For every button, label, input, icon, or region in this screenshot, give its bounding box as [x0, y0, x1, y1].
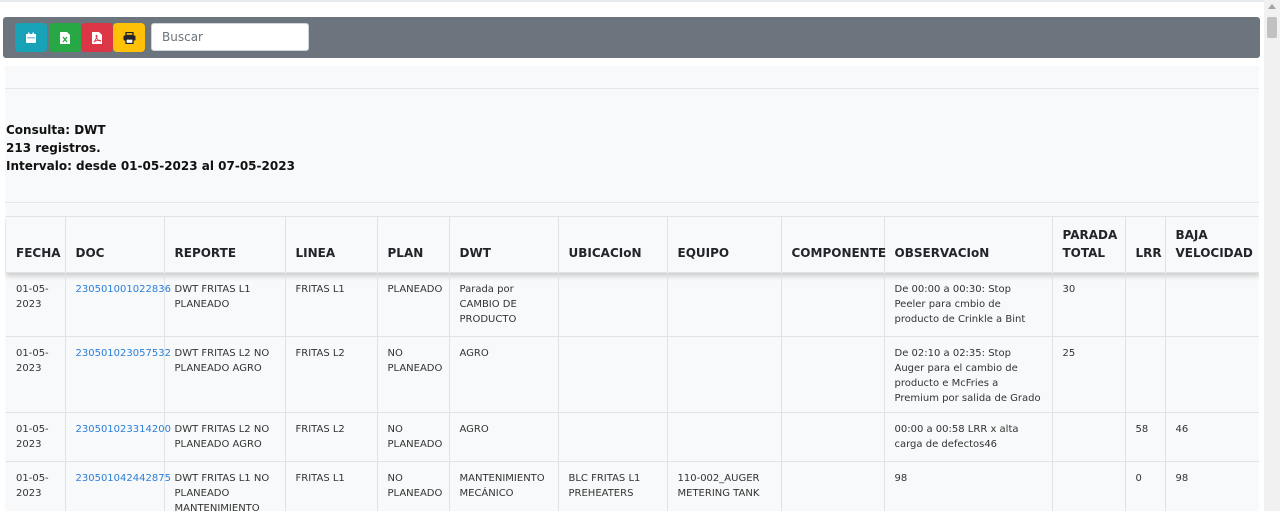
cell-plan: NO PLANEADO — [377, 412, 450, 462]
col-header-doc[interactable]: DOC — [65, 216, 165, 273]
col-header-componente[interactable]: COMPONENTE — [781, 216, 886, 273]
cell-componente — [781, 336, 885, 413]
cell-ubicacion — [558, 272, 668, 337]
table-header-row: FECHA DOC REPORTE LINEA PLAN DWT UBICACI… — [6, 216, 1259, 273]
cell-fecha: 01-05-2023 — [6, 461, 66, 511]
col-header-baja-velocidad[interactable]: BAJA VELOCIDAD — [1165, 216, 1259, 273]
divider — [5, 202, 1259, 203]
date-interval: Intervalo: desde 01-05-2023 al 07-05-202… — [6, 159, 295, 173]
cell-fecha: 01-05-2023 — [6, 412, 66, 462]
cell-ubicacion — [558, 412, 668, 462]
cell-equipo — [667, 412, 782, 462]
cell-reporte: DWT FRITAS L1 PLANEADO — [164, 272, 286, 337]
cell-linea: FRITAS L2 — [285, 412, 378, 462]
search-input[interactable] — [151, 23, 309, 51]
query-summary: Consulta: DWT 213 registros. Intervalo: … — [6, 121, 295, 175]
col-header-plan[interactable]: PLAN — [377, 216, 450, 273]
cell-dwt: AGRO — [449, 336, 559, 413]
table-row: 01-05-2023 230501023057532 DWT FRITAS L2… — [6, 336, 1259, 413]
cell-linea: FRITAS L1 — [285, 272, 378, 337]
cell-linea: FRITAS L1 — [285, 461, 378, 511]
cell-lrr — [1125, 272, 1166, 337]
scroll-up-arrow-icon[interactable] — [1268, 4, 1276, 9]
cell-fecha: 01-05-2023 — [6, 272, 66, 337]
doc-link[interactable]: 230501042442875 — [65, 461, 171, 511]
col-header-linea[interactable]: LINEA — [285, 216, 378, 273]
doc-link[interactable]: 230501023057532 — [65, 336, 171, 413]
query-name: Consulta: DWT — [6, 123, 106, 137]
top-border — [0, 0, 1264, 2]
cell-equipo: 110-002_AUGER METERING TANK — [667, 461, 782, 511]
excel-icon — [60, 31, 70, 44]
cell-observacion: 98 — [884, 461, 1053, 511]
col-header-fecha[interactable]: FECHA — [6, 216, 66, 273]
table-row: 01-05-2023 230501023314200 DWT FRITAS L2… — [6, 412, 1259, 462]
cell-baja-velocidad — [1165, 272, 1259, 337]
results-table-wrapper: FECHA DOC REPORTE LINEA PLAN DWT UBICACI… — [6, 216, 1259, 511]
cell-parada-total — [1052, 461, 1126, 511]
cell-ubicacion: BLC FRITAS L1 PREHEATERS — [558, 461, 668, 511]
cell-plan: NO PLANEADO — [377, 461, 450, 511]
cell-plan: PLANEADO — [377, 272, 450, 337]
doc-link[interactable]: 230501001022836 — [65, 272, 171, 337]
cell-observacion: De 00:00 a 00:30: Stop Peeler para cmbio… — [884, 272, 1053, 337]
cell-fecha: 01-05-2023 — [6, 336, 66, 413]
calendar-button[interactable] — [15, 23, 47, 52]
col-header-dwt[interactable]: DWT — [449, 216, 559, 273]
col-header-lrr[interactable]: LRR — [1125, 216, 1166, 273]
report-panel: Consulta: DWT 213 registros. Intervalo: … — [5, 66, 1259, 511]
cell-componente — [781, 412, 885, 462]
doc-link[interactable]: 230501023314200 — [65, 412, 171, 462]
cell-baja-velocidad: 98 — [1165, 461, 1259, 511]
cell-equipo — [667, 336, 782, 413]
cell-baja-velocidad — [1165, 336, 1259, 413]
divider — [5, 88, 1259, 89]
cell-equipo — [667, 272, 782, 337]
print-button[interactable] — [113, 23, 145, 52]
cell-dwt: MANTENIMIENTO MECÁNICO — [449, 461, 559, 511]
cell-lrr: 0 — [1125, 461, 1166, 511]
cell-reporte: DWT FRITAS L2 NO PLANEADO AGRO — [164, 336, 286, 413]
col-header-equipo[interactable]: EQUIPO — [667, 216, 782, 273]
excel-export-button[interactable] — [49, 23, 81, 52]
cell-plan: NO PLANEADO — [377, 336, 450, 413]
col-header-reporte[interactable]: REPORTE — [164, 216, 286, 273]
pdf-icon — [92, 31, 102, 44]
cell-parada-total: 30 — [1052, 272, 1126, 337]
cell-parada-total — [1052, 412, 1126, 462]
results-table: FECHA DOC REPORTE LINEA PLAN DWT UBICACI… — [6, 216, 1259, 511]
table-row: 01-05-2023 230501001022836 DWT FRITAS L1… — [6, 272, 1259, 337]
pdf-export-button[interactable] — [81, 23, 113, 52]
cell-observacion: De 02:10 a 02:35: Stop Auger para el cam… — [884, 336, 1053, 413]
cell-reporte: DWT FRITAS L1 NO PLANEADO MANTENIMIENTO — [164, 461, 286, 511]
record-count: 213 registros. — [6, 141, 101, 155]
col-header-parada-total[interactable]: PARADA TOTAL — [1052, 216, 1126, 273]
cell-observacion: 00:00 a 00:58 LRR x alta carga de defect… — [884, 412, 1053, 462]
cell-dwt: Parada por CAMBIO DE PRODUCTO — [449, 272, 559, 337]
calendar-icon — [26, 32, 36, 43]
cell-parada-total: 25 — [1052, 336, 1126, 413]
col-header-ubicacion[interactable]: UBICACIoN — [558, 216, 668, 273]
cell-lrr: 58 — [1125, 412, 1166, 462]
cell-componente — [781, 272, 885, 337]
cell-reporte: DWT FRITAS L2 NO PLANEADO AGRO — [164, 412, 286, 462]
cell-componente — [781, 461, 885, 511]
scroll-thumb[interactable] — [1267, 17, 1277, 38]
table-row: 01-05-2023 230501042442875 DWT FRITAS L1… — [6, 461, 1259, 511]
cell-baja-velocidad: 46 — [1165, 412, 1259, 462]
cell-ubicacion — [558, 336, 668, 413]
page-scrollbar[interactable] — [1264, 0, 1280, 511]
print-icon — [123, 31, 135, 44]
cell-dwt: AGRO — [449, 412, 559, 462]
cell-linea: FRITAS L2 — [285, 336, 378, 413]
col-header-observacion[interactable]: OBSERVACIoN — [884, 216, 1053, 273]
cell-lrr — [1125, 336, 1166, 413]
toolbar — [3, 17, 1260, 58]
